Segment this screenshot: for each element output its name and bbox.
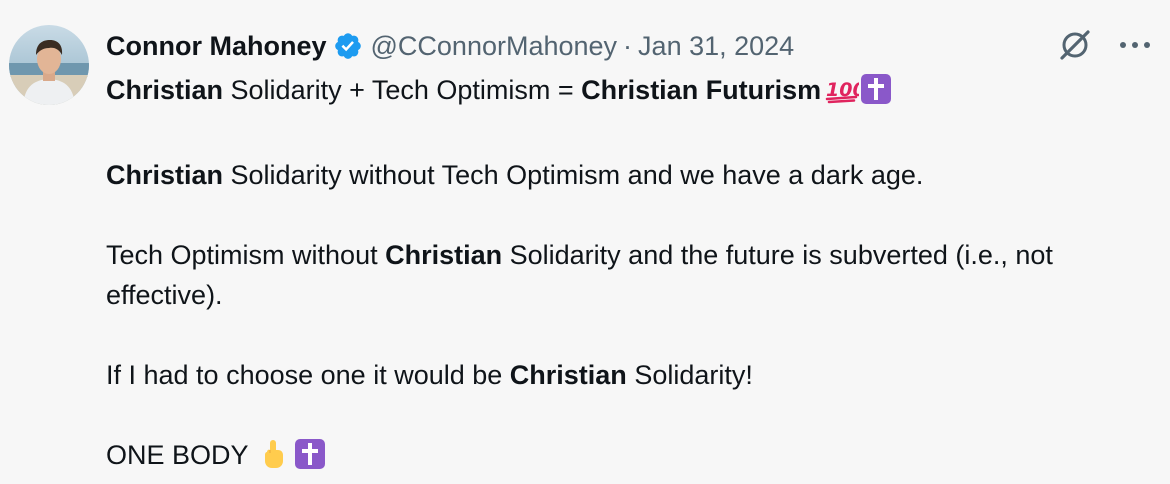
plain-text: Solidarity without Tech Optimism and we … — [223, 160, 924, 190]
tweet-text: Christian Solidarity + Tech Optimism = C… — [106, 70, 1126, 480]
tweet-line-2: Christian Solidarity without Tech Optimi… — [106, 155, 1126, 195]
bold-text: Christian — [509, 360, 627, 390]
tweet-line-1: Christian Solidarity + Tech Optimism = C… — [106, 70, 1126, 115]
tweet-line-3: Tech Optimism without Christian Solidari… — [106, 235, 1126, 315]
tweet: Connor Mahoney @CConnorMahoney · Jan 31,… — [0, 0, 1170, 484]
tweet-date[interactable]: Jan 31, 2024 — [638, 31, 794, 62]
bold-text: Christian — [385, 240, 503, 270]
author-handle[interactable]: @CConnorMahoney — [371, 31, 618, 62]
bold-text: Christian — [106, 160, 224, 190]
plain-text: Tech Optimism without — [106, 240, 386, 270]
bold-text: Christian — [106, 75, 224, 105]
tweet-actions — [1058, 28, 1152, 62]
verified-badge-icon — [333, 31, 363, 61]
latin-cross-emoji — [861, 74, 892, 104]
avatar[interactable] — [9, 25, 89, 105]
tweet-header: Connor Mahoney @CConnorMahoney · Jan 31,… — [106, 26, 794, 66]
plain-text: Solidarity + Tech Optimism = — [223, 75, 582, 105]
bold-text: Christian Futurism — [581, 75, 822, 105]
author-name[interactable]: Connor Mahoney — [106, 31, 327, 62]
tweet-line-5: ONE BODY — [106, 435, 1126, 480]
latin-cross-emoji — [294, 439, 325, 469]
index-pointing-up-emoji — [261, 439, 287, 480]
plain-text: If I had to choose one it would be — [106, 360, 510, 390]
plain-text: ONE BODY — [106, 440, 249, 470]
hundred-points-emoji: 100 — [825, 75, 866, 115]
grok-icon[interactable] — [1058, 28, 1092, 62]
more-options-icon[interactable] — [1118, 40, 1152, 50]
header-separator: · — [623, 30, 633, 61]
plain-text: Solidarity! — [626, 360, 753, 390]
tweet-line-4: If I had to choose one it would be Chris… — [106, 355, 1126, 395]
